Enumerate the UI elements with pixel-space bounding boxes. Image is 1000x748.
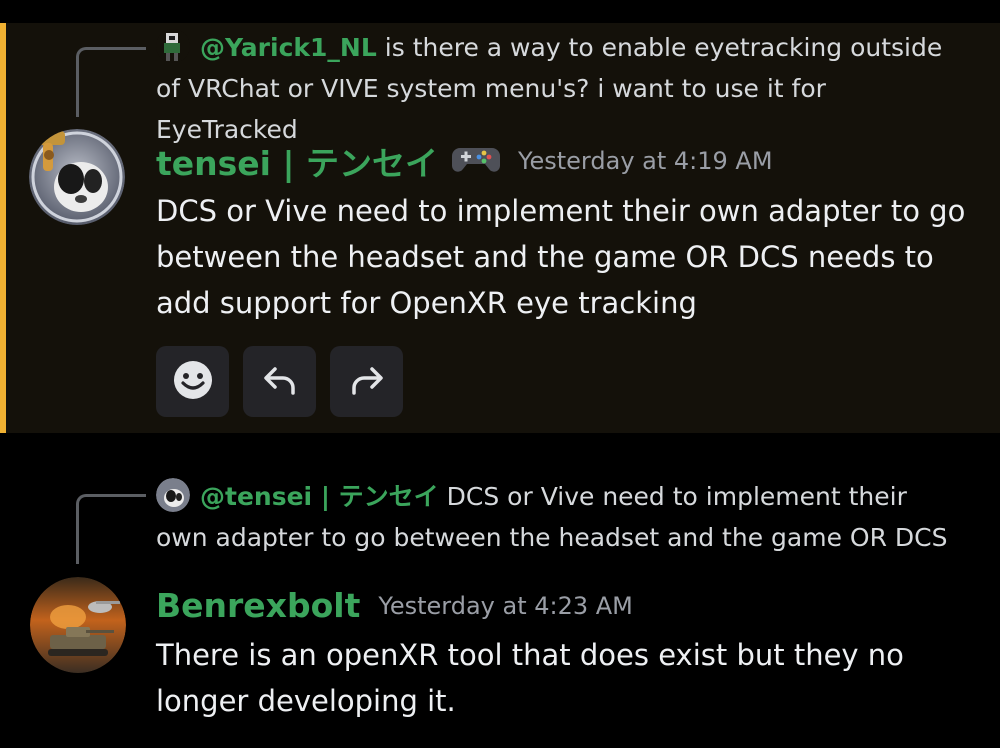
timestamp[interactable]: Yesterday at 4:23 AM — [378, 592, 633, 620]
forward-button[interactable] — [330, 346, 403, 417]
avatar-tensei[interactable] — [29, 129, 125, 225]
username[interactable]: Benrexbolt — [156, 586, 360, 625]
reply-button[interactable] — [243, 346, 316, 417]
message-content: DCS or Vive need to implement their own … — [156, 194, 966, 320]
add-reaction-button[interactable] — [156, 346, 229, 417]
highlight-accent-bar — [0, 23, 6, 433]
reply-preview[interactable]: @Yarick1_NL is there a way to enable eyet… — [156, 27, 964, 150]
forward-icon — [348, 361, 386, 403]
message-action-bar — [156, 346, 403, 417]
reply-mention[interactable]: @Yarick1_NL — [200, 33, 377, 62]
reply-preview[interactable]: @tensei | テンセイ DCS or Vive need to implem… — [156, 476, 964, 558]
reply-icon — [261, 361, 299, 403]
message-benrexbolt[interactable]: @tensei | テンセイ DCS or Vive need to implem… — [0, 433, 1000, 748]
message-header: tensei | テンセイ Yesterday at 4:19 AM — [156, 137, 773, 185]
gamepad-icon[interactable] — [452, 144, 501, 178]
reply-mention[interactable]: @tensei | テンセイ — [200, 482, 439, 511]
message-header: Benrexbolt Yesterday at 4:23 AM — [156, 586, 633, 625]
timestamp[interactable]: Yesterday at 4:19 AM — [518, 147, 773, 175]
username[interactable]: tensei | テンセイ — [156, 144, 438, 183]
reply-avatar-tensei — [156, 478, 190, 512]
message-content: There is an openXR tool that does exist … — [156, 638, 904, 718]
avatar-benrexbolt[interactable] — [30, 577, 126, 673]
reply-spine — [76, 494, 146, 564]
reply-spine — [76, 47, 146, 117]
reply-avatar-yarick — [156, 29, 190, 63]
message-tensei[interactable]: @Yarick1_NL is there a way to enable eyet… — [0, 23, 1000, 433]
emoji-icon — [172, 359, 214, 405]
